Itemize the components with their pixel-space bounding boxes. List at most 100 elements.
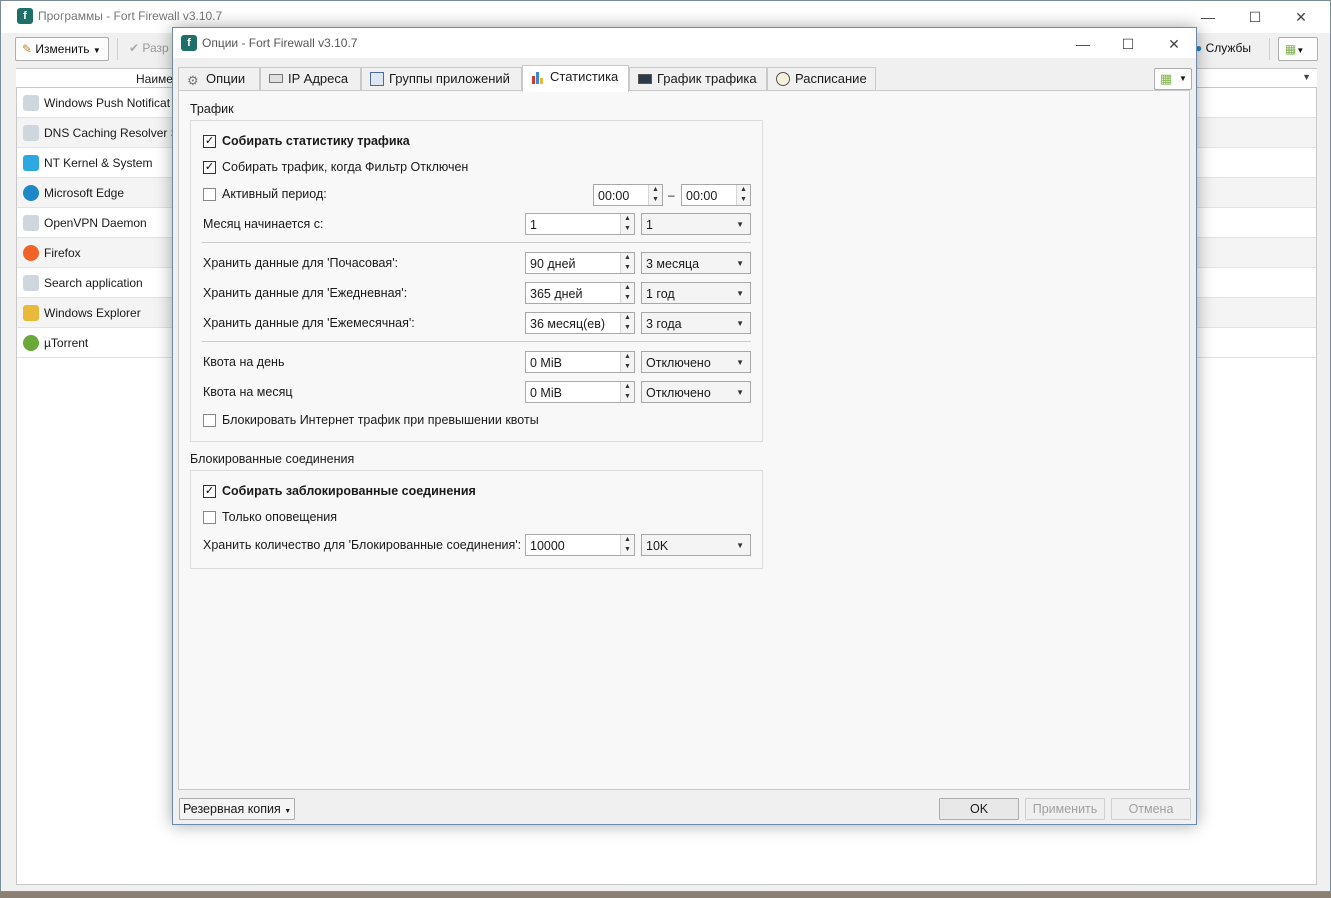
firefox-icon <box>23 245 39 261</box>
spin-arrows-icon[interactable]: ▲ ▼ <box>620 283 634 303</box>
keep-monthly-spinbox[interactable]: 36 месяц(ев) ▲ ▼ <box>525 312 635 334</box>
spin-arrows-icon[interactable]: ▲ ▼ <box>620 352 634 372</box>
keep-daily-combo[interactable]: 1 год ▼ <box>641 282 751 304</box>
tab-layout-menu-button[interactable]: ▦ ▼ <box>1154 68 1192 90</box>
program-name: DNS Caching Resolver S <box>44 126 179 140</box>
spin-arrows-icon[interactable]: ▲ ▼ <box>736 185 750 205</box>
keep-daily-spinbox[interactable]: 365 дней ▲ ▼ <box>525 282 635 304</box>
chevron-down-icon[interactable]: ▼ <box>736 541 744 550</box>
edit-button[interactable]: ✎ Изменить ▼ <box>15 37 109 61</box>
close-button[interactable]: ✕ <box>1284 5 1318 29</box>
chevron-down-icon[interactable]: ▼ <box>736 319 744 328</box>
pencil-icon: ✎ <box>22 42 33 56</box>
spin-value: 0 MiB <box>530 356 562 370</box>
name-column-header[interactable]: Наиме <box>136 72 173 86</box>
checkbox-unchecked-icon[interactable] <box>203 188 216 201</box>
keep-count-spinbox[interactable]: 10000 ▲ ▼ <box>525 534 635 556</box>
chevron-down-icon: ▼ <box>1296 46 1305 55</box>
tab-options[interactable]: ⚙ Опции <box>178 67 260 91</box>
apply-button-label: Применить <box>1032 802 1098 816</box>
spin-arrows-icon[interactable]: ▲ ▼ <box>620 382 634 402</box>
traffic-group: ✓ Собирать статистику трафика ✓ Собирать… <box>190 120 763 442</box>
apply-button[interactable]: Применить <box>1025 798 1105 820</box>
minimize-button[interactable]: — <box>1066 32 1100 56</box>
spin-arrows-icon[interactable]: ▲ ▼ <box>620 313 634 333</box>
chevron-down-icon: ▼ <box>284 808 292 815</box>
maximize-button[interactable]: ☐ <box>1111 32 1145 56</box>
chevron-down-icon[interactable]: ▼ <box>736 289 744 298</box>
spin-value: 90 дней <box>530 257 576 271</box>
layout-menu-button[interactable]: ▦▼ <box>1278 37 1318 61</box>
dialog-title: Опции - Fort Firewall v3.10.7 <box>202 36 358 50</box>
spin-arrows-icon[interactable]: ▲ ▼ <box>648 185 662 205</box>
keep-count-combo[interactable]: 10K ▼ <box>641 534 751 556</box>
checkbox-checked-icon[interactable]: ✓ <box>203 485 216 498</box>
chevron-down-icon[interactable]: ▼ <box>736 220 744 229</box>
time-value: 00:00 <box>598 189 630 203</box>
cancel-button[interactable]: Отмена <box>1111 798 1191 820</box>
app-icon <box>23 125 39 141</box>
checkbox-label: Собирать трафик, когда Фильтр Отключен <box>222 160 469 174</box>
program-name: µTorrent <box>44 336 89 350</box>
ip-addresses-icon <box>269 74 283 83</box>
toolbar-separator <box>1269 38 1270 60</box>
backup-menu-button[interactable]: Резервная копия ▼ <box>179 798 295 820</box>
combo-value: 10K <box>646 539 669 553</box>
checkbox-checked-icon[interactable]: ✓ <box>203 135 216 148</box>
month-start-label: Месяц начинается с: <box>203 217 324 231</box>
app-groups-icon <box>370 72 384 86</box>
program-name: Windows Explorer <box>44 306 141 320</box>
fort-firewall-logo-icon: f <box>17 8 33 24</box>
quota-day-spinbox[interactable]: 0 MiB ▲ ▼ <box>525 351 635 373</box>
spin-value: 0 MiB <box>530 386 562 400</box>
quota-month-combo[interactable]: Отключено ▼ <box>641 381 751 403</box>
tab-ip-addresses[interactable]: IP Адреса <box>260 67 361 91</box>
spin-arrows-icon[interactable]: ▲ ▼ <box>620 253 634 273</box>
active-period-to-input[interactable]: 00:00 ▲ ▼ <box>681 184 751 206</box>
tab-label: Расписание <box>795 71 867 86</box>
chevron-down-icon[interactable]: ▼ <box>736 388 744 397</box>
traffic-group-title: Трафик <box>190 102 234 116</box>
ok-button[interactable]: OK <box>939 798 1019 820</box>
month-start-spinbox[interactable]: 1 ▲ ▼ <box>525 213 635 235</box>
blocked-group-title: Блокированные соединения <box>190 452 355 466</box>
keep-hourly-combo[interactable]: 3 месяца ▼ <box>641 252 751 274</box>
services-button[interactable]: ● Службы <box>1189 37 1259 61</box>
chevron-down-icon[interactable]: ▼ <box>736 259 744 268</box>
spin-value: 10000 <box>530 539 565 553</box>
active-period-from-input[interactable]: 00:00 ▲ ▼ <box>593 184 663 206</box>
keep-daily-label: Хранить данные для 'Ежедневная': <box>203 286 408 300</box>
allow-button[interactable]: ✔ Разр <box>123 37 179 61</box>
maximize-button[interactable]: ☐ <box>1238 5 1272 29</box>
chevron-down-icon[interactable]: ▼ <box>1302 72 1311 82</box>
month-start-combo[interactable]: 1 ▼ <box>641 213 751 235</box>
folder-icon <box>23 305 39 321</box>
close-button[interactable]: ✕ <box>1157 32 1191 56</box>
tab-traffic-graph[interactable]: График трафика <box>629 67 767 91</box>
checkbox-unchecked-icon[interactable] <box>203 511 216 524</box>
toolbar-separator <box>117 38 118 60</box>
time-value: 00:00 <box>686 189 718 203</box>
traffic-graph-icon <box>638 74 652 84</box>
tab-label: Опции <box>206 71 246 86</box>
program-name: Microsoft Edge <box>44 186 125 200</box>
keep-monthly-combo[interactable]: 3 года ▼ <box>641 312 751 334</box>
checkbox-label: Собирать заблокированные соединения <box>222 484 476 498</box>
quota-day-combo[interactable]: Отключено ▼ <box>641 351 751 373</box>
checkbox-unchecked-icon[interactable] <box>203 414 216 427</box>
tab-label: IP Адреса <box>288 71 349 86</box>
dialog-titlebar: f Опции - Fort Firewall v3.10.7 — ☐ ✕ <box>173 28 1196 58</box>
checkbox-checked-icon[interactable]: ✓ <box>203 161 216 174</box>
quota-month-spinbox[interactable]: 0 MiB ▲ ▼ <box>525 381 635 403</box>
ok-button-label: OK <box>969 802 989 816</box>
allow-button-label: Разр <box>142 41 169 55</box>
chevron-down-icon[interactable]: ▼ <box>736 358 744 367</box>
tab-app-groups[interactable]: Группы приложений <box>361 67 522 91</box>
tab-schedule[interactable]: Расписание <box>767 67 876 91</box>
minimize-button[interactable]: — <box>1191 5 1225 29</box>
app-icon <box>23 215 39 231</box>
spin-arrows-icon[interactable]: ▲ ▼ <box>620 535 634 555</box>
keep-hourly-spinbox[interactable]: 90 дней ▲ ▼ <box>525 252 635 274</box>
spin-arrows-icon[interactable]: ▲ ▼ <box>620 214 634 234</box>
tab-statistics[interactable]: Статистика <box>522 65 629 92</box>
